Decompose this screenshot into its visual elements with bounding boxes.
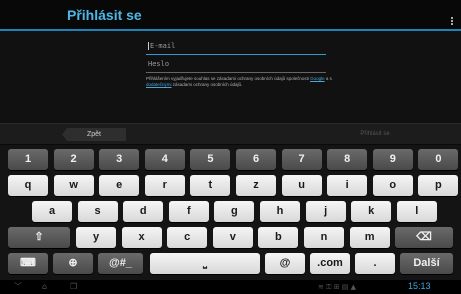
key-7[interactable]: 7 (281, 149, 322, 170)
legal-text: zásadami ochrany osobních údajů. (171, 82, 243, 87)
key-0[interactable]: 0 (418, 149, 459, 170)
key-g[interactable]: g (214, 201, 255, 222)
key-f[interactable]: f (168, 201, 209, 222)
key-r[interactable]: r (144, 175, 185, 196)
screen: Přihlásit se E-mail Heslo Přihlášením vy… (0, 0, 461, 294)
key-z[interactable]: z (236, 175, 276, 196)
key-u[interactable]: u (281, 175, 322, 196)
additional-privacy-link[interactable]: dodatečnými (146, 82, 172, 87)
nav-recent-apps-icon[interactable]: ❐ (70, 282, 77, 292)
back-button[interactable]: Zpět (62, 128, 126, 141)
key-4[interactable]: 4 (144, 149, 185, 170)
key-p[interactable]: p (418, 175, 459, 196)
soft-keyboard: 1 2 3 4 5 6 7 8 9 0 q w e r t z u i o p a s d f g h j k l ⇧ y x c v b n m ⌫ ⌨ ⊕… (0, 145, 461, 280)
space-key[interactable]: ⎵ (150, 253, 260, 274)
language-globe-key[interactable]: ⊕ (53, 253, 93, 274)
google-privacy-link[interactable]: Google (310, 76, 325, 81)
legal-notice: Přihlášením vyjadřujete souhlas se zásad… (146, 76, 336, 88)
action-bar: Přihlásit se (0, 0, 461, 31)
key-y[interactable]: y (76, 227, 116, 248)
key-c[interactable]: c (167, 227, 208, 248)
legal-text: Přihlášením vyjadřujete souhlas se zásad… (146, 76, 311, 81)
key-6[interactable]: 6 (236, 149, 276, 170)
key-2[interactable]: 2 (53, 149, 94, 170)
key-a[interactable]: a (32, 201, 72, 222)
key-b[interactable]: b (258, 227, 299, 248)
symbols-key[interactable]: @#_ (98, 253, 143, 274)
next-key[interactable]: Další (400, 253, 453, 274)
key-i[interactable]: i (327, 175, 368, 196)
key-e[interactable]: e (99, 175, 140, 196)
dotcom-key[interactable]: .com (310, 253, 350, 274)
page-title: Přihlásit se (67, 7, 142, 23)
email-placeholder: E-mail (150, 42, 176, 50)
key-x[interactable]: x (121, 227, 162, 248)
wizard-nav-bar: Zpět Přihlásit se (0, 123, 461, 144)
nav-back-icon[interactable]: ﹀ (14, 282, 22, 292)
key-v[interactable]: v (212, 227, 253, 248)
shift-key[interactable]: ⇧ (8, 227, 70, 248)
overflow-menu-icon[interactable] (451, 17, 454, 25)
password-field[interactable]: Heslo (146, 57, 326, 73)
key-k[interactable]: k (351, 201, 392, 222)
key-q[interactable]: q (8, 175, 48, 196)
key-t[interactable]: t (190, 175, 231, 196)
key-h[interactable]: h (260, 201, 300, 222)
keyboard-settings-key[interactable]: ⌨ (8, 253, 48, 274)
dot-key[interactable]: . (355, 253, 395, 274)
key-3[interactable]: 3 (99, 149, 140, 170)
key-m[interactable]: m (349, 227, 390, 248)
email-field[interactable]: E-mail (146, 39, 326, 55)
key-o[interactable]: o (372, 175, 413, 196)
legal-text: a s (324, 76, 332, 81)
at-key[interactable]: @ (265, 253, 305, 274)
clock: 15:13 (408, 281, 431, 291)
signin-button[interactable]: Přihlásit se (340, 128, 410, 141)
key-l[interactable]: l (396, 201, 437, 222)
key-5[interactable]: 5 (190, 149, 231, 170)
key-8[interactable]: 8 (327, 149, 368, 170)
key-d[interactable]: d (123, 201, 164, 222)
password-placeholder: Heslo (148, 60, 170, 68)
key-s[interactable]: s (77, 201, 118, 222)
nav-home-icon[interactable]: ⌂ (42, 282, 47, 292)
backspace-key[interactable]: ⌫ (395, 227, 453, 248)
key-1[interactable]: 1 (8, 149, 48, 170)
key-9[interactable]: 9 (372, 149, 413, 170)
system-bar: ﹀ ⌂ ❐ ≋ ⚿ ⊞ ▤ ▲ 15:13 (0, 280, 461, 294)
text-cursor (148, 42, 149, 50)
key-w[interactable]: w (53, 175, 94, 196)
key-j[interactable]: j (305, 201, 346, 222)
key-n[interactable]: n (304, 227, 344, 248)
signin-form: E-mail Heslo Přihlášením vyjadřujete sou… (0, 31, 461, 123)
status-icons: ≋ ⚿ ⊞ ▤ ▲ (318, 283, 356, 291)
